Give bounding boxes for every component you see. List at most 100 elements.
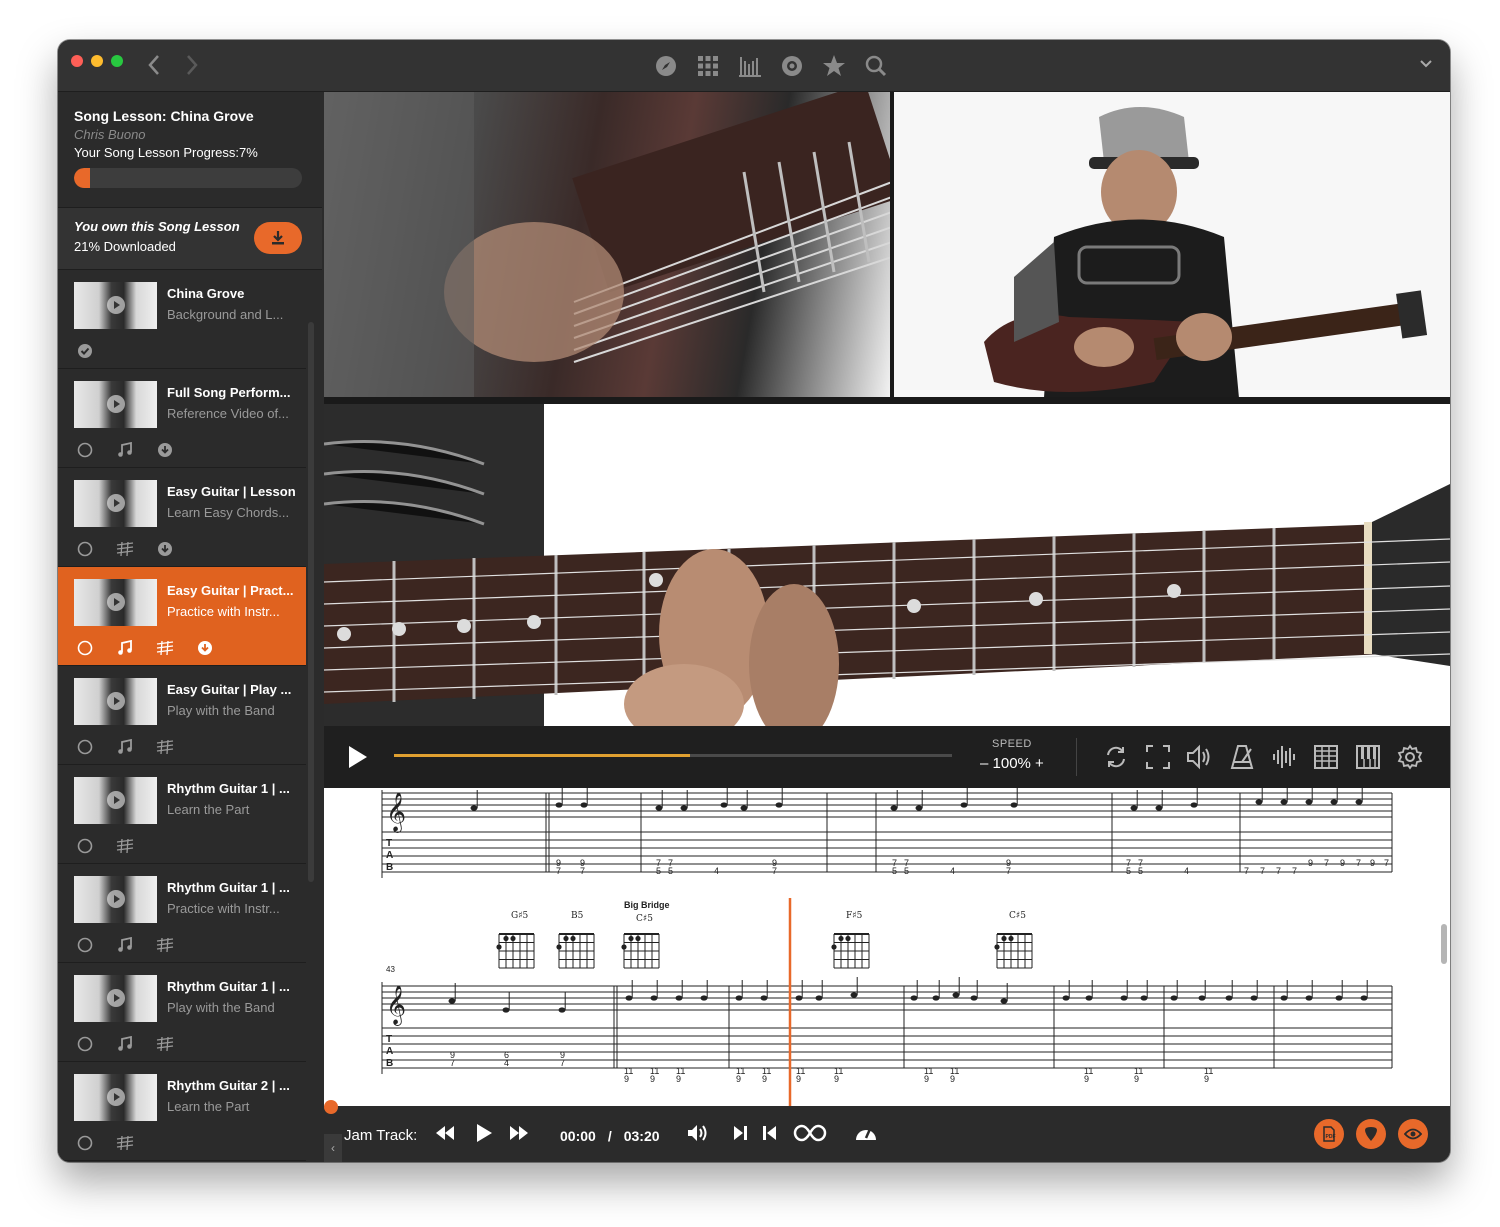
lesson-item[interactable]: Rhythm Guitar 1 | ... Play with the Band bbox=[58, 963, 306, 1062]
music-note-icon[interactable] bbox=[116, 639, 134, 657]
guitar-pick-button[interactable] bbox=[1356, 1119, 1386, 1149]
music-note-icon[interactable] bbox=[116, 738, 134, 756]
lesson-item[interactable]: Rhythm Guitar 1 | ... Learn the Part bbox=[58, 765, 306, 864]
loop-infinity-icon[interactable] bbox=[792, 1123, 828, 1148]
lesson-item[interactable]: China Grove Background and L... bbox=[58, 270, 306, 369]
disc-icon[interactable] bbox=[780, 53, 804, 79]
play-icon[interactable] bbox=[474, 1122, 494, 1149]
circle-icon[interactable] bbox=[76, 837, 94, 855]
fullscreen-icon[interactable] bbox=[1144, 743, 1172, 771]
tab-icon[interactable] bbox=[156, 936, 174, 954]
tab-number: 5 bbox=[904, 866, 909, 876]
close-window-button[interactable] bbox=[71, 55, 83, 67]
eye-button[interactable] bbox=[1398, 1119, 1428, 1149]
collapse-sidebar-button[interactable]: ‹ bbox=[324, 1134, 342, 1162]
notation-note bbox=[1140, 995, 1148, 1001]
settings-gear-icon[interactable] bbox=[1396, 743, 1424, 771]
back-arrow-icon[interactable] bbox=[148, 54, 160, 80]
tab-icon[interactable] bbox=[156, 738, 174, 756]
music-note-icon[interactable] bbox=[116, 936, 134, 954]
download-button[interactable] bbox=[254, 222, 302, 254]
pdf-button[interactable]: PDF bbox=[1314, 1119, 1344, 1149]
tab-icon[interactable] bbox=[156, 639, 174, 657]
lesson-item[interactable]: Easy Guitar | Play ... Play with the Band bbox=[58, 666, 306, 765]
lesson-thumbnail[interactable] bbox=[74, 381, 157, 428]
circle-icon[interactable] bbox=[76, 936, 94, 954]
chord-diagram: C♯5 bbox=[994, 911, 1033, 969]
lesson-thumbnail[interactable] bbox=[74, 777, 157, 824]
notation-note bbox=[1130, 805, 1138, 811]
circle-icon[interactable] bbox=[76, 540, 94, 558]
search-icon[interactable] bbox=[864, 53, 888, 79]
skip-start-icon[interactable] bbox=[762, 1124, 778, 1147]
download-icon[interactable] bbox=[156, 441, 174, 459]
circle-icon[interactable] bbox=[76, 738, 94, 756]
lesson-thumbnail[interactable] bbox=[74, 282, 157, 329]
pdf-icon: PDF bbox=[1323, 1126, 1336, 1142]
circle-icon[interactable] bbox=[76, 1035, 94, 1053]
speedometer-icon[interactable] bbox=[854, 1122, 878, 1149]
chevron-down-icon[interactable] bbox=[1420, 56, 1432, 74]
tab-icon[interactable] bbox=[116, 540, 134, 558]
lesson-thumbnail[interactable] bbox=[74, 678, 157, 725]
lesson-video[interactable] bbox=[324, 92, 1450, 726]
lesson-thumbnail[interactable] bbox=[74, 579, 157, 626]
music-note-icon[interactable] bbox=[116, 441, 134, 459]
lesson-item[interactable]: Easy Guitar | Pract... Practice with Inst… bbox=[58, 567, 306, 666]
loop-icon[interactable] bbox=[1102, 743, 1130, 771]
lesson-item-subtitle: Play with the Band bbox=[167, 703, 275, 718]
tab-icon[interactable] bbox=[116, 1134, 134, 1152]
lesson-thumbnail[interactable] bbox=[74, 975, 157, 1022]
skip-end-icon[interactable] bbox=[732, 1124, 748, 1147]
lesson-item[interactable]: Full Song Perform... Reference Video of..… bbox=[58, 369, 306, 468]
library-bars-icon[interactable] bbox=[738, 53, 762, 79]
lesson-thumbnail[interactable] bbox=[74, 480, 157, 527]
rewind-icon[interactable] bbox=[434, 1124, 456, 1147]
tab-number: 9 bbox=[796, 1074, 801, 1084]
circle-icon[interactable] bbox=[76, 441, 94, 459]
volume-icon[interactable] bbox=[686, 1123, 710, 1148]
lesson-item[interactable]: Rhythm Guitar 2 | ... Learn the Part bbox=[58, 1062, 306, 1161]
chord-diagram: F♯5 bbox=[831, 911, 870, 969]
tablature-notation[interactable]: 𝄞 T A B 97977755497775549777554777797979… bbox=[324, 788, 1450, 1106]
lesson-item[interactable]: Easy Guitar | Lesson Learn Easy Chords... bbox=[58, 468, 306, 567]
tab-icon[interactable] bbox=[156, 1035, 174, 1053]
chord-name: F♯5 bbox=[846, 911, 863, 921]
fast-forward-icon[interactable] bbox=[508, 1124, 530, 1147]
chord-name: G♯5 bbox=[511, 911, 529, 921]
circle-icon[interactable] bbox=[76, 639, 94, 657]
star-icon[interactable] bbox=[822, 53, 846, 79]
lesson-thumbnail[interactable] bbox=[74, 876, 157, 923]
notation-note bbox=[655, 805, 663, 811]
tab-number: 7 bbox=[560, 1058, 565, 1068]
video-scrubber[interactable] bbox=[394, 754, 952, 757]
volume-icon[interactable] bbox=[1186, 743, 1214, 771]
minimize-window-button[interactable] bbox=[91, 55, 103, 67]
lesson-title: Song Lesson: China Grove bbox=[74, 108, 254, 124]
grid-icon[interactable] bbox=[696, 53, 720, 79]
notation-scrollbar[interactable] bbox=[1441, 924, 1447, 964]
lesson-item[interactable]: Rhythm Guitar 1 | ... Practice with Instr… bbox=[58, 864, 306, 963]
notation-note bbox=[700, 995, 708, 1001]
download-icon[interactable] bbox=[156, 540, 174, 558]
sidebar-scrollbar[interactable] bbox=[308, 322, 314, 882]
check-circle-icon[interactable] bbox=[76, 342, 94, 360]
tab-number: 9 bbox=[1204, 1074, 1209, 1084]
compass-icon[interactable] bbox=[654, 53, 678, 79]
fretboard-grid-icon[interactable] bbox=[1312, 743, 1340, 771]
video-play-button[interactable] bbox=[346, 744, 370, 775]
metronome-icon[interactable] bbox=[1228, 743, 1256, 771]
jam-track-scrubber-handle[interactable] bbox=[324, 1100, 338, 1114]
notation-note bbox=[1010, 802, 1018, 808]
lesson-item-icons bbox=[76, 738, 174, 756]
speed-control[interactable]: – 100% + bbox=[980, 755, 1044, 772]
waveform-icon[interactable] bbox=[1270, 743, 1298, 771]
music-note-icon[interactable] bbox=[116, 1035, 134, 1053]
piano-icon[interactable] bbox=[1354, 743, 1382, 771]
forward-arrow-icon[interactable] bbox=[186, 54, 198, 80]
zoom-window-button[interactable] bbox=[111, 55, 123, 67]
tab-icon[interactable] bbox=[116, 837, 134, 855]
lesson-thumbnail[interactable] bbox=[74, 1074, 157, 1121]
circle-icon[interactable] bbox=[76, 1134, 94, 1152]
download-icon[interactable] bbox=[196, 639, 214, 657]
